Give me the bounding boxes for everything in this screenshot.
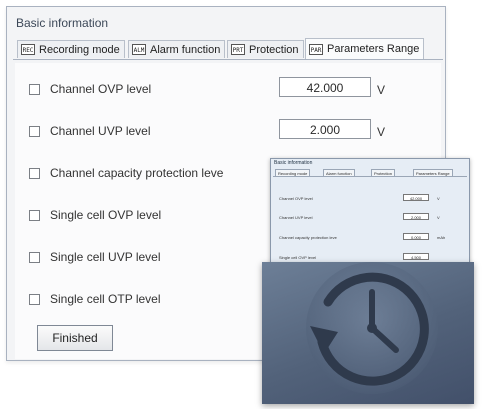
row-channel-capacity: Channel capacity protection leve	[29, 166, 223, 180]
tab-recording-mode[interactable]: REC Recording mode	[17, 40, 125, 58]
row-label: Channel UVP level	[50, 124, 151, 138]
row-single-cell-ovp: Single cell OVP level	[29, 208, 161, 222]
checkbox-channel-uvp[interactable]	[29, 125, 40, 137]
thumbnail-tab: Protection	[371, 169, 396, 176]
checkbox-single-cell-uvp[interactable]	[29, 251, 40, 263]
channel-uvp-input[interactable]: 2.000	[279, 119, 371, 139]
thumbnail-row-label: Single cell OVP level	[279, 255, 317, 260]
row-label: Channel capacity protection leve	[50, 166, 224, 180]
thumbnail-tab: Parameters Range	[413, 169, 453, 176]
thumbnail-unit: mAh	[437, 235, 446, 240]
thumbnail-value: 4.500	[403, 253, 429, 260]
thumbnail-tab: Alarm function	[323, 169, 355, 176]
tab-label: Recording mode	[39, 43, 120, 56]
thumbnail-value: 42.000	[403, 194, 429, 201]
row-single-cell-otp: Single cell OTP level	[29, 292, 161, 306]
history-clock-icon	[306, 262, 438, 394]
row-label: Channel OVP level	[50, 82, 152, 96]
checkbox-channel-ovp[interactable]	[29, 83, 40, 95]
row-single-cell-uvp: Single cell UVP level	[29, 250, 161, 264]
checkbox-channel-capacity[interactable]	[29, 167, 40, 179]
finished-button[interactable]: Finished	[37, 325, 113, 351]
thumbnail-tab-bar: Recording mode Alarm function Protection…	[273, 168, 467, 177]
thumbnail-value: 0.000	[403, 233, 429, 240]
thumbnail-row-label: Channel UVP level	[279, 215, 313, 220]
tab-label: Protection	[249, 43, 299, 56]
history-card	[262, 262, 474, 404]
tab-label: Alarm function	[150, 43, 221, 56]
tab-protection[interactable]: PRT Protection	[227, 40, 304, 58]
thumbnail-window: Basic information Recording mode Alarm f…	[270, 158, 470, 272]
row-label: Single cell UVP level	[50, 250, 161, 264]
row-channel-uvp: Channel UVP level	[29, 124, 151, 138]
row-label: Single cell OTP level	[50, 292, 161, 306]
row-label: Single cell OVP level	[50, 208, 162, 222]
tab-bar: REC Recording mode ALM Alarm function PR…	[13, 37, 443, 60]
tab-parameters-range[interactable]: PAR Parameters Range	[305, 38, 425, 59]
thumbnail-unit: V	[437, 215, 440, 220]
recording-mode-icon: REC	[21, 44, 35, 55]
thumbnail-tab: Recording mode	[275, 169, 311, 176]
checkbox-single-cell-ovp[interactable]	[29, 209, 40, 221]
thumbnail-title: Basic information	[274, 160, 313, 166]
thumbnail-row-label: Channel capacity protection leve	[279, 235, 337, 240]
tab-alarm-function[interactable]: ALM Alarm function	[128, 40, 226, 58]
row-channel-ovp: Channel OVP level	[29, 82, 151, 96]
channel-uvp-unit: V	[377, 125, 386, 139]
thumbnail-unit: V	[437, 196, 440, 201]
parameters-range-icon: PAR	[309, 43, 323, 55]
thumbnail-value: 2.000	[403, 213, 429, 220]
dialog-title: Basic information	[16, 16, 109, 30]
tab-label: Parameters Range	[327, 43, 420, 55]
thumbnail-row-label: Channel OVP level	[279, 196, 313, 201]
channel-ovp-unit: V	[377, 83, 386, 97]
checkbox-single-cell-otp[interactable]	[29, 293, 40, 305]
alarm-function-icon: ALM	[132, 44, 146, 55]
channel-ovp-input[interactable]: 42.000	[279, 77, 371, 97]
protection-icon: PRT	[231, 44, 245, 55]
